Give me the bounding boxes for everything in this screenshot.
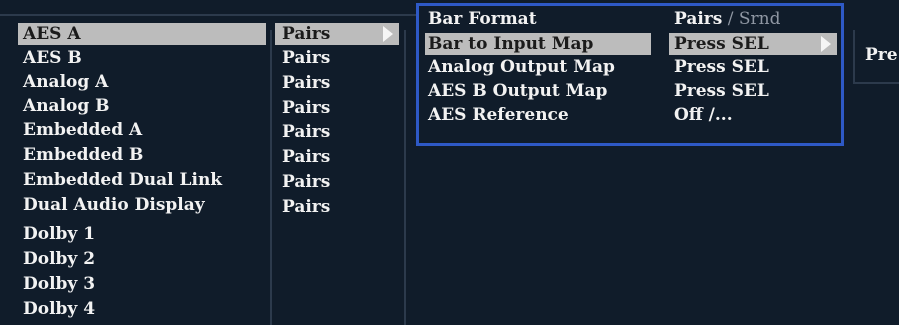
- aes-reference-value[interactable]: Off /...: [674, 104, 733, 126]
- submenu-item-value-alt: / Srnd: [722, 9, 781, 29]
- menu-item-aes-a-value[interactable]: Pairs: [275, 23, 399, 45]
- menu-item-dolby-3[interactable]: Dolby 3: [23, 273, 95, 295]
- menu-item-value[interactable]: Pairs: [282, 121, 330, 143]
- menu-item-aes-a[interactable]: AES A: [18, 23, 266, 45]
- menu-item-label: Dolby 1: [23, 224, 96, 244]
- menu-item-value[interactable]: Pairs: [282, 146, 330, 168]
- submenu-item-bar-format[interactable]: Bar Format: [428, 8, 537, 30]
- menu-item-label: Dolby 3: [23, 274, 96, 294]
- menu-item-dolby-2[interactable]: Dolby 2: [23, 248, 95, 270]
- menu-item-dual-audio-display[interactable]: Dual Audio Display: [23, 194, 205, 216]
- menu-item-embedded-dual-link[interactable]: Embedded Dual Link: [23, 169, 222, 191]
- menu-item-label: AES A: [23, 24, 81, 44]
- menu-item-value-text: Pairs: [282, 122, 331, 142]
- submenu-item-value: Pairs: [674, 9, 723, 29]
- menu-item-label: Embedded B: [23, 145, 144, 165]
- submenu-item-aes-reference[interactable]: AES Reference: [428, 104, 569, 126]
- submenu-item-label: Bar to Input Map: [428, 34, 594, 54]
- audio-input-menu: AES A Pairs AES B Pairs Analog A Pairs A…: [0, 0, 420, 325]
- menu-item-analog-a[interactable]: Analog A: [23, 71, 108, 93]
- menu-item-aes-b[interactable]: AES B: [23, 47, 82, 69]
- menu-item-label: Dolby 2: [23, 249, 96, 269]
- menu-item-value[interactable]: Pairs: [282, 196, 330, 218]
- input-map-item[interactable]: Pre: [865, 44, 898, 66]
- menu-item-dolby-1[interactable]: Dolby 1: [23, 223, 95, 245]
- input-map-menu: Pre: [853, 30, 899, 84]
- menu-item-value-text: Pairs: [282, 172, 331, 192]
- menu-item-value-text: Pairs: [282, 98, 331, 118]
- menu-item-label: AES B: [23, 48, 82, 68]
- submenu-item-analog-output-map[interactable]: Analog Output Map: [428, 56, 615, 78]
- submenu-item-value: Off /...: [674, 105, 733, 125]
- submenu-item-value: Press SEL: [674, 81, 769, 101]
- analog-output-map-value[interactable]: Press SEL: [674, 56, 769, 78]
- submenu-arrow-icon: [383, 26, 393, 42]
- submenu-arrow-icon: [821, 36, 831, 52]
- menu-item-label: Analog B: [23, 96, 110, 116]
- bar-to-input-map-value[interactable]: Press SEL: [669, 33, 837, 55]
- submenu-item-bar-to-input-map[interactable]: Bar to Input Map: [425, 33, 651, 55]
- menu-item-label: Embedded A: [23, 120, 143, 140]
- submenu-item-value: Press SEL: [674, 57, 769, 77]
- menu-item-value[interactable]: Pairs: [282, 171, 330, 193]
- menu-item-value[interactable]: Pairs: [282, 72, 330, 94]
- menu-item-value-text: Pairs: [282, 197, 331, 217]
- bar-format-value[interactable]: Pairs / Srnd: [674, 8, 780, 30]
- menu-item-value-text: Pairs: [282, 147, 331, 167]
- submenu-item-label: Bar Format: [428, 9, 537, 29]
- submenu-item-aes-b-output-map[interactable]: AES B Output Map: [428, 80, 607, 102]
- menu-item-label: Dolby 4: [23, 299, 96, 319]
- menu-item-value: Pairs: [282, 24, 331, 44]
- submenu-item-label: AES B Output Map: [428, 81, 608, 101]
- menu-item-embedded-b[interactable]: Embedded B: [23, 144, 143, 166]
- menu-item-analog-b[interactable]: Analog B: [23, 95, 110, 117]
- submenu-item-label: AES Reference: [428, 105, 569, 125]
- menu-item-label: Dual Audio Display: [23, 195, 205, 215]
- menu-item-value-text: Pairs: [282, 73, 331, 93]
- menu-item-value[interactable]: Pairs: [282, 97, 330, 119]
- menu-item-embedded-a[interactable]: Embedded A: [23, 119, 142, 141]
- menu-item-value-text: Pairs: [282, 48, 331, 68]
- menu-item-value[interactable]: Pairs: [282, 47, 330, 69]
- input-map-item-label: Pre: [865, 45, 898, 65]
- submenu-item-value: Press SEL: [674, 34, 769, 54]
- aes-b-output-map-value[interactable]: Press SEL: [674, 80, 769, 102]
- menu-item-dolby-4[interactable]: Dolby 4: [23, 298, 95, 320]
- menu-item-label: Embedded Dual Link: [23, 170, 223, 190]
- menu-item-label: Analog A: [23, 72, 109, 92]
- submenu-item-label: Analog Output Map: [428, 57, 615, 77]
- bar-settings-submenu: Bar Format Pairs / Srnd Bar to Input Map…: [416, 3, 844, 146]
